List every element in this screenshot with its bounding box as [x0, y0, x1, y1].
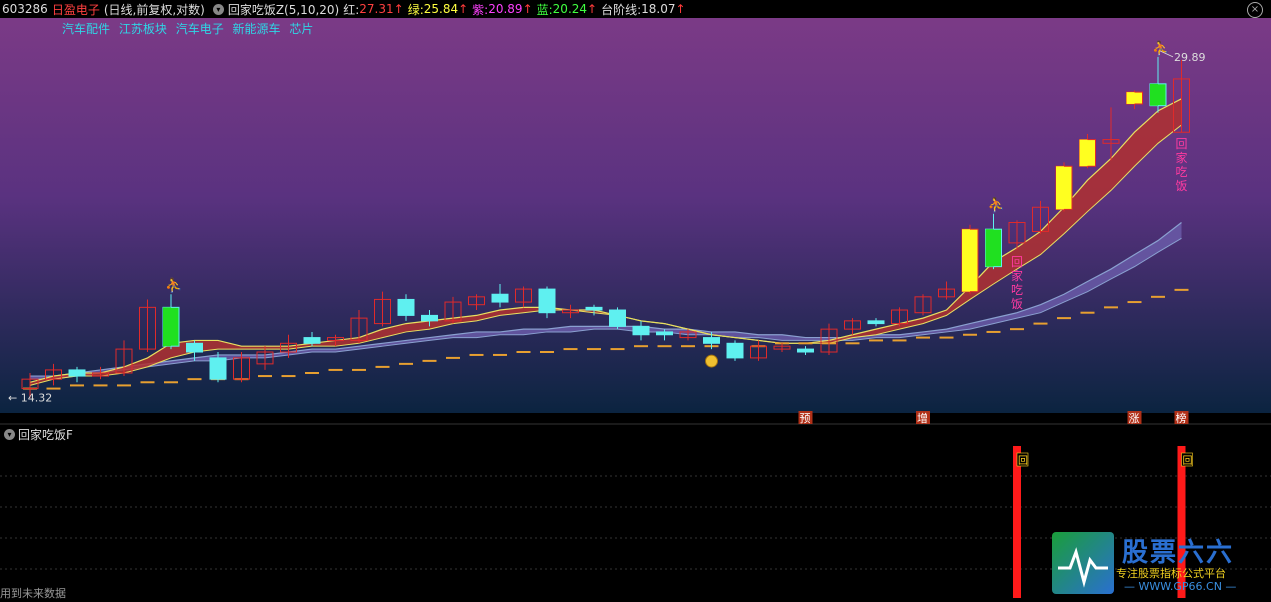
sub-indicator-header: ▾ 回家吃饭F [0, 426, 73, 442]
candle-highlight [1150, 83, 1158, 106]
candle[interactable] [609, 307, 626, 330]
up-arrow-icon: ↑ [393, 2, 404, 16]
green-label: 绿: [407, 2, 424, 17]
candle[interactable] [961, 224, 979, 295]
green-value: 25.84 [423, 2, 459, 16]
candle-body [421, 314, 438, 322]
watermark-subtitle: 专注股票指标公式平台 [1116, 567, 1226, 580]
watermark-title: 股票六六 [1122, 538, 1235, 568]
candle-body [209, 357, 227, 380]
candle-body [726, 342, 744, 359]
stock-name: 日盈电子 [51, 2, 100, 17]
runner-icon: ⛹ [1152, 39, 1169, 57]
event-tag[interactable]: 预 [800, 412, 811, 425]
step-value: 18.07 [641, 2, 676, 16]
sector-tags: 汽车配件 江苏板块 汽车电子 新能源车 芯片 [62, 20, 318, 37]
up-arrow-icon: ↑ [522, 2, 533, 16]
purple-label: 紫: [472, 2, 489, 17]
sub-indicator-name: 回家吃饭F [18, 427, 73, 442]
runner-icon: ⛹ [165, 276, 182, 294]
watermark-logo [1052, 532, 1114, 594]
purple-value: 20.89 [488, 2, 523, 16]
signal-vertical-text: 家 [1176, 150, 1188, 165]
chart-window: 29.89 ← 14.32 ⛹ ⛹ ⛹ 回家吃饭回家吃饭 预增涨榜 回回 603286 日… [0, 0, 1271, 602]
runner-icon: ⛹ [988, 196, 1005, 214]
candle-body [585, 306, 603, 311]
signal-label: 回 [1183, 455, 1193, 467]
candle-body [538, 288, 556, 314]
indicator-menu-icon[interactable]: ▾ [212, 3, 224, 15]
signal-bar [1013, 446, 1021, 598]
candle-body [632, 325, 650, 336]
money-bag-icon [705, 354, 718, 368]
stock-code: 603286 [2, 2, 48, 16]
sub-indicator-menu-icon[interactable]: ▾ [4, 428, 15, 440]
signal-vertical-text: 回 [1011, 255, 1023, 269]
candle-highlight [163, 307, 171, 347]
high-price-label: 29.89 [1174, 51, 1206, 64]
future-data-note: 用到未来数据 [0, 587, 66, 600]
sector-tag[interactable]: 新能源车 [233, 22, 281, 36]
candle-highlight [962, 229, 970, 292]
event-tag[interactable]: 涨 [1129, 412, 1140, 425]
watermark-url: — WWW.GP66.CN — [1124, 580, 1237, 593]
sector-tag[interactable]: 汽车电子 [176, 22, 224, 36]
candle-body [609, 309, 626, 327]
candle[interactable] [1079, 134, 1096, 169]
candle-highlight [1079, 139, 1088, 167]
blue-label: 蓝: [536, 2, 553, 17]
low-price-label: ← 14.32 [8, 392, 52, 405]
up-arrow-icon: ↑ [587, 2, 598, 16]
event-tag[interactable]: 增 [917, 411, 928, 425]
up-arrow-icon: ↑ [458, 2, 469, 16]
signal-vertical-text: 饭 [1176, 179, 1188, 193]
candle-body [491, 293, 509, 303]
signal-vertical-text: 家 [1011, 268, 1023, 283]
up-arrow-icon: ↑ [675, 2, 686, 16]
candle[interactable] [1055, 162, 1073, 212]
candle-highlight [1126, 92, 1135, 104]
candle[interactable] [726, 340, 744, 361]
step-label: 台阶线: [601, 2, 642, 17]
candle-body [397, 298, 415, 316]
candle-body [797, 348, 814, 353]
candle-body [68, 369, 86, 377]
sector-tag[interactable]: 芯片 [289, 22, 313, 36]
red-value: 27.31 [359, 2, 394, 16]
watermark: 股票六六 专注股票指标公式平台 — WWW.GP66.CN — [1052, 532, 1258, 594]
candle-body [186, 342, 203, 353]
candle-body [703, 337, 720, 344]
event-tag[interactable]: 榜 [1176, 411, 1187, 425]
close-button[interactable]: × [1247, 2, 1263, 18]
candle-body [656, 331, 673, 336]
sector-tag[interactable]: 江苏板块 [119, 22, 167, 36]
chart-header: 603286 日盈电子 (日线,前复权,对数) ▾ 回家吃饭Z(5,10,20)… [0, 0, 1271, 18]
signal-vertical-text: 饭 [1011, 297, 1023, 311]
chart-mode: (日线,前复权,对数) [103, 2, 205, 17]
signal-vertical-text: 吃 [1176, 165, 1188, 179]
candle-highlight [985, 229, 994, 267]
signal-vertical-text: 回 [1176, 137, 1188, 151]
sector-tag[interactable]: 汽车配件 [62, 22, 110, 36]
red-label: 红: [343, 2, 360, 17]
signal-label: 回 [1018, 455, 1028, 467]
candle-body [303, 337, 321, 344]
signal-vertical-text: 吃 [1011, 283, 1023, 297]
indicator-name: 回家吃饭Z(5,10,20) [227, 2, 340, 17]
blue-value: 20.24 [552, 2, 588, 16]
candle-body [867, 320, 885, 325]
price-chart[interactable]: 29.89← 14.32⛹⛹⛹回家吃饭回家吃饭 预增涨榜 回回 [0, 0, 1271, 602]
candle-highlight [1056, 166, 1064, 210]
